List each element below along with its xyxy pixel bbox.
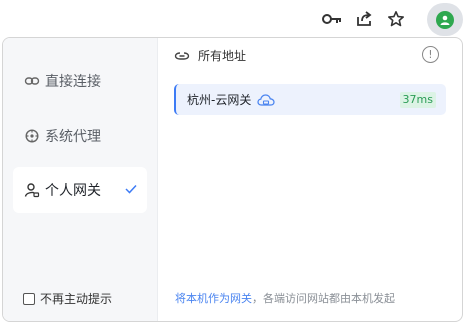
proxy-popup: 直接连接 系统代理 个人网关 不再主动提示 所有地址 ! 杭州-云网关 37ms…: [2, 37, 463, 322]
sidebar: 直接连接 系统代理 个人网关 不再主动提示: [3, 38, 158, 321]
gateway-item[interactable]: 杭州-云网关 37ms: [174, 84, 446, 115]
sidebar-item-system-proxy[interactable]: 系统代理: [13, 113, 147, 159]
latency-badge: 37ms: [399, 92, 436, 108]
checkbox-box[interactable]: [23, 292, 35, 305]
footer-note: 将本机作为网关，各端访问网站都由本机发起: [175, 290, 395, 306]
share-icon[interactable]: [353, 8, 375, 30]
gateway-name: 杭州-云网关: [187, 93, 252, 107]
browser-toolbar: [0, 0, 465, 38]
cloud-icon: [257, 93, 275, 107]
address-header: 所有地址: [174, 47, 246, 64]
star-icon[interactable]: [385, 8, 407, 30]
set-as-gateway-link[interactable]: 将本机作为网关: [175, 292, 252, 305]
user-gateway-icon: [24, 182, 40, 198]
no-prompt-checkbox[interactable]: 不再主动提示: [23, 290, 112, 307]
sidebar-item-label: 个人网关: [45, 183, 101, 199]
proxy-icon: [24, 128, 40, 144]
link-icon: [174, 48, 190, 64]
extension-button[interactable]: [427, 3, 463, 36]
link-icon: [24, 73, 40, 89]
main-panel: 所有地址 ! 杭州-云网关 37ms 将本机作为网关，各端访问网站都由本机发起: [159, 38, 462, 321]
sidebar-item-direct[interactable]: 直接连接: [13, 58, 147, 104]
check-icon: [125, 182, 137, 198]
address-header-label: 所有地址: [198, 49, 247, 63]
footer-text: ，各端访问网站都由本机发起: [252, 292, 395, 305]
sidebar-item-personal-gateway[interactable]: 个人网关: [13, 167, 147, 213]
info-icon[interactable]: !: [422, 46, 439, 63]
sidebar-item-label: 直接连接: [45, 74, 101, 90]
extension-icon: [436, 10, 454, 29]
key-icon[interactable]: [321, 8, 343, 30]
no-prompt-label: 不再主动提示: [40, 292, 113, 306]
sidebar-item-label: 系统代理: [45, 129, 101, 145]
